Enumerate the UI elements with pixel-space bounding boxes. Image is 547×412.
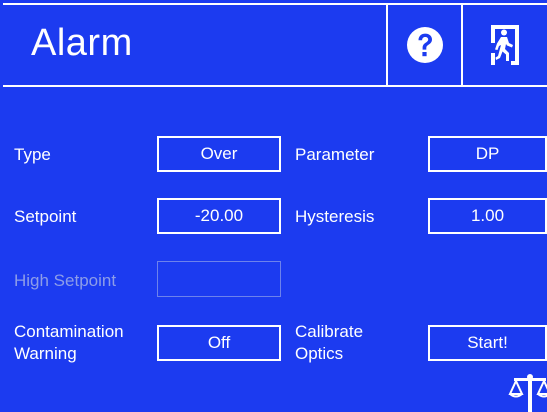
calibrate-optics-start-button[interactable]: Start! [428,325,547,361]
contamination-warning-label: Contamination Warning [14,322,124,363]
balance-scale-button[interactable] [508,372,547,412]
page-title: Alarm [31,22,133,64]
parameter-label: Parameter [295,145,375,164]
contamination-warning-toggle[interactable]: Off [157,325,281,361]
setpoint-input[interactable]: -20.00 [157,198,281,234]
header-bar: Alarm [3,3,547,87]
calibrate-optics-label: Calibrate Optics [295,322,364,363]
question-circle-icon [406,27,443,63]
setpoint-label: Setpoint [14,207,77,226]
high-setpoint-label: High Setpoint [14,271,117,290]
help-button[interactable] [388,5,461,85]
hysteresis-label: Hysteresis [295,207,375,226]
hysteresis-input[interactable]: 1.00 [428,198,547,234]
parameter-select[interactable]: DP [428,136,547,172]
high-setpoint-input [157,261,281,297]
emergency-exit-icon [491,25,519,65]
type-select[interactable]: Over [157,136,281,172]
balance-scale-icon [508,374,547,412]
exit-button[interactable] [463,5,547,85]
type-label: Type [14,145,51,164]
